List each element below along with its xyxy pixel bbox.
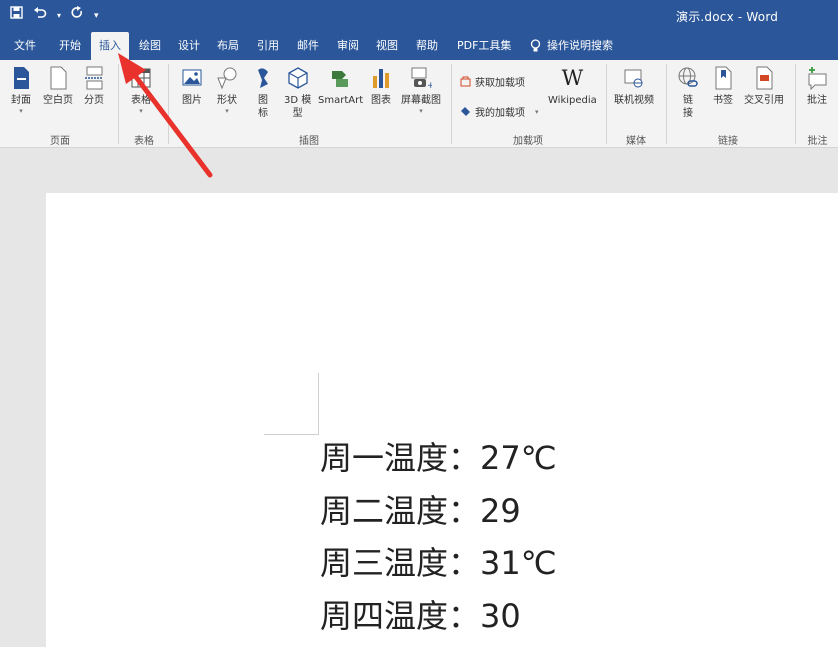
blank-page-icon [50,66,67,90]
tab-view[interactable]: 视图 [368,32,406,60]
tab-layout[interactable]: 布局 [209,32,247,60]
undo-dropdown-icon[interactable]: ▾ [57,7,61,25]
group-links-label: 链接 [718,136,738,147]
smartart-icon [331,71,348,87]
title-bar: ▾ ▾ 演示.docx - Word [0,0,838,32]
group-comments-label: 批注 [807,136,828,147]
document-canvas[interactable]: 周一温度：27℃ 周二温度：29 周三温度：31℃ 周四温度：30 [0,149,838,647]
page-break-icon [85,66,103,90]
group-tables-label: 表格 [134,136,154,147]
smartart-button[interactable]: SmartArt [318,66,363,107]
tell-me-search[interactable]: 操作说明搜索 [522,32,621,60]
tab-design[interactable]: 设计 [170,32,208,60]
cover-page-icon [14,67,29,89]
online-video-button[interactable]: 联机视频 [614,66,654,107]
document-line-3[interactable]: 周三温度：31℃ [320,543,557,583]
wikipedia-button[interactable]: W Wikipedia [548,66,597,107]
addin-icon [461,107,470,116]
text-margin-marker [264,373,319,435]
svg-text:+: + [427,81,432,90]
customize-qat-icon[interactable]: ▾ [94,7,99,25]
cube-icon [287,67,308,89]
tab-home[interactable]: 开始 [51,32,89,60]
group-illustrations-label: 插图 [299,136,319,147]
tab-pdf-tools[interactable]: PDF工具集 [449,32,519,60]
chart-button[interactable]: 图表 [370,66,392,107]
document-line-1[interactable]: 周一温度：27℃ [320,438,557,478]
tab-file[interactable]: 文件 [6,32,44,60]
document-line-2[interactable]: 周二温度：29 [320,491,521,531]
video-icon [624,69,643,88]
document-line-4[interactable]: 周四温度：30 [320,596,521,636]
get-addins-button[interactable]: 获取加载项 [460,74,525,89]
tab-help[interactable]: 帮助 [408,32,446,60]
my-addins-button[interactable]: 我的加载项 ▾ [460,104,539,119]
bar-chart-icon [373,69,389,88]
ribbon-tab-bar: 文件 开始 插入 绘图 设计 布局 引用 邮件 审阅 视图 帮助 PDF工具集 … [0,32,838,60]
pictures-button[interactable]: 图片 [181,66,203,107]
blank-page-button[interactable]: 空白页 [43,66,73,107]
icons-button[interactable]: 图 标 [252,66,274,120]
picture-icon [182,69,202,86]
redo-icon[interactable] [71,6,84,25]
group-addins-label: 加载项 [513,136,543,147]
store-icon [460,76,471,87]
comment-icon [808,67,827,90]
shapes-button[interactable]: 形状 ▾ [216,66,238,116]
tab-review[interactable]: 审阅 [329,32,367,60]
document-page[interactable]: 周一温度：27℃ 周二温度：29 周三温度：31℃ 周四温度：30 [46,193,838,647]
table-icon [131,68,151,88]
cross-reference-icon [756,66,773,90]
table-button[interactable]: 表格 ▾ [130,66,152,116]
link-button[interactable]: 链 接 [677,66,699,120]
screenshot-icon: + [411,67,432,90]
icons-icon [258,68,268,88]
wikipedia-icon: W [561,66,584,90]
page-break-button[interactable]: 分页 [83,66,105,107]
group-pages-label: 页面 [50,136,70,147]
group-media-label: 媒体 [626,136,646,147]
undo-icon[interactable] [33,6,47,25]
cover-page-button[interactable]: 封面 ▾ [10,66,32,116]
tell-me-label: 操作说明搜索 [547,39,613,52]
tab-mailings[interactable]: 邮件 [289,32,327,60]
shapes-icon [217,67,237,90]
tab-references[interactable]: 引用 [249,32,287,60]
tab-draw[interactable]: 绘图 [131,32,169,60]
lightbulb-icon [530,39,541,52]
new-comment-button[interactable]: 批注 [806,66,828,107]
bookmark-button[interactable]: 书签 [712,66,734,107]
document-title: 演示.docx - Word [676,10,779,24]
screenshot-button[interactable]: + 屏幕截图 ▾ [401,66,441,116]
tab-insert[interactable]: 插入 [91,32,129,60]
cross-reference-button[interactable]: 交叉引用 [744,66,784,107]
bookmark-icon [715,66,732,90]
ribbon: 封面 ▾ 空白页 分页 页面 表格 ▾ 表格 图片 形状 ▾ 图 标 3D 模 … [0,60,838,148]
globe-link-icon [678,67,698,87]
3d-models-button[interactable]: 3D 模 型 [284,66,311,120]
save-icon[interactable] [10,6,23,25]
quick-access-toolbar: ▾ ▾ [10,6,99,25]
